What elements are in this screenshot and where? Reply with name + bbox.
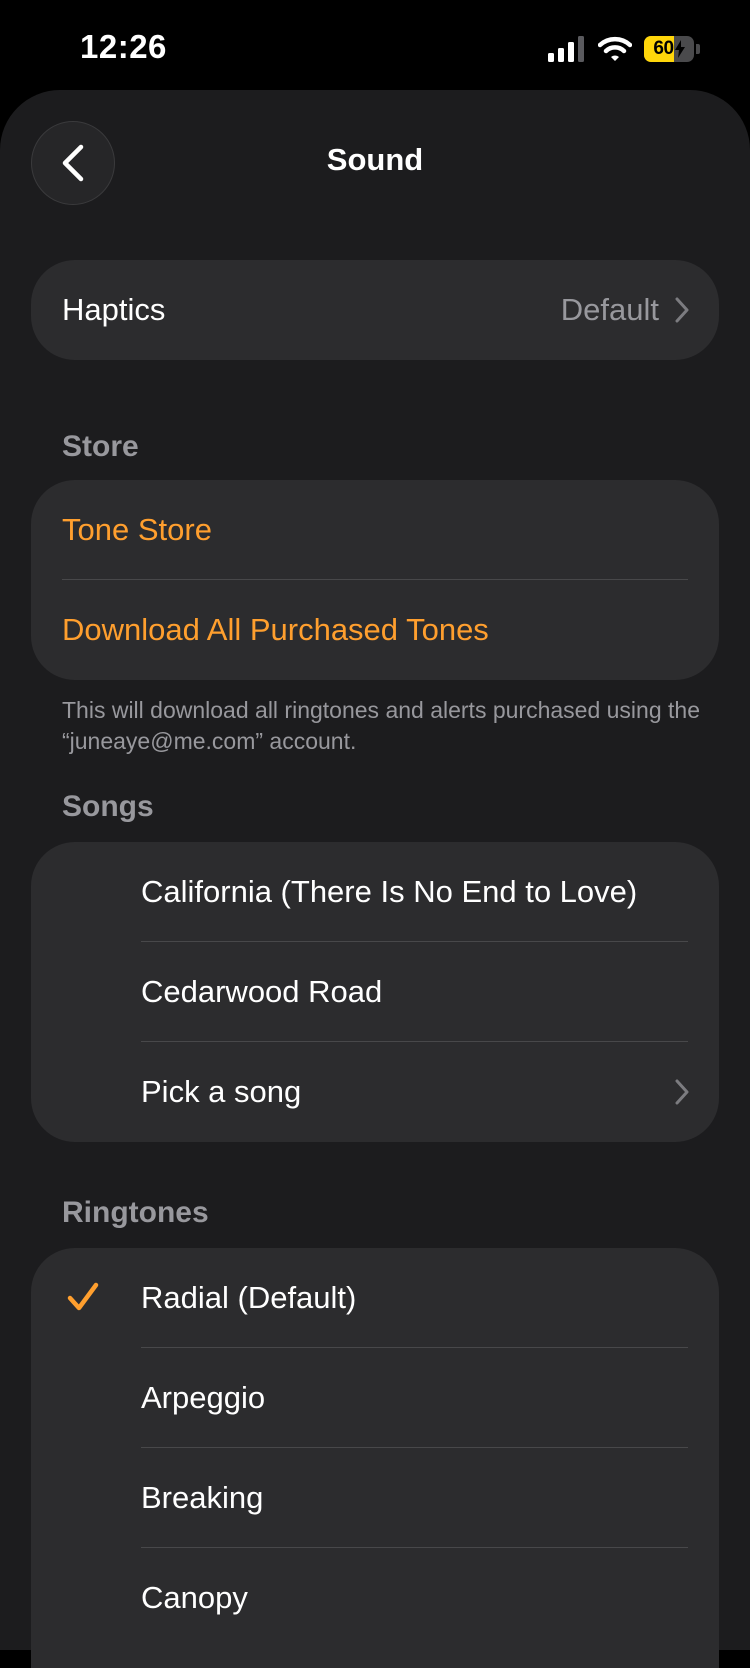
- song-label: California (There Is No End to Love): [141, 874, 638, 909]
- pick-a-song-row[interactable]: Pick a song: [31, 1042, 719, 1142]
- store-section-header: Store: [62, 430, 139, 463]
- song-row-california[interactable]: California (There Is No End to Love): [31, 842, 719, 942]
- song-label: Cedarwood Road: [141, 974, 383, 1009]
- status-time: 12:26: [80, 28, 167, 65]
- chevron-right-icon: [675, 1079, 689, 1105]
- haptics-row[interactable]: Haptics Default: [31, 260, 719, 360]
- ringtone-label: Radial (Default): [141, 1280, 357, 1315]
- status-icons: 60: [548, 34, 700, 64]
- chevron-right-icon: [675, 297, 689, 323]
- haptics-value: Default: [560, 292, 659, 327]
- store-footnote: This will download all ringtones and ale…: [62, 697, 700, 754]
- songs-group: California (There Is No End to Love) Ced…: [31, 842, 719, 1142]
- page-title: Sound: [326, 142, 424, 177]
- songs-section-header: Songs: [62, 790, 154, 823]
- store-group: Tone Store Download All Purchased Tones: [31, 480, 719, 680]
- ringtone-row-arpeggio[interactable]: Arpeggio: [31, 1348, 719, 1448]
- haptics-group: Haptics Default: [31, 260, 719, 360]
- ringtone-label: Canopy: [141, 1580, 248, 1615]
- wifi-icon: [598, 36, 632, 61]
- ringtone-row-breaking[interactable]: Breaking: [31, 1448, 719, 1548]
- ringtone-row-radial[interactable]: Radial (Default): [31, 1248, 719, 1348]
- sound-settings-sheet: Sound Haptics Default Store Tone Store D…: [0, 90, 750, 1668]
- battery-icon: 60: [644, 36, 700, 62]
- signal-icon: [548, 36, 584, 62]
- download-purchased-tones-label: Download All Purchased Tones: [62, 612, 489, 647]
- ringtones-group: Radial (Default) Arpeggio Breaking Canop…: [31, 1248, 719, 1668]
- ringtone-label: Breaking: [141, 1480, 264, 1515]
- tone-store-row[interactable]: Tone Store: [31, 480, 719, 580]
- ringtone-row-canopy[interactable]: Canopy: [31, 1548, 719, 1648]
- ringtone-label: Arpeggio: [141, 1380, 266, 1415]
- download-purchased-tones-row[interactable]: Download All Purchased Tones: [31, 580, 719, 680]
- tone-store-label: Tone Store: [62, 512, 212, 547]
- haptics-label: Haptics: [62, 292, 166, 327]
- song-row-cedarwood-road[interactable]: Cedarwood Road: [31, 942, 719, 1042]
- pick-a-song-label: Pick a song: [141, 1074, 302, 1109]
- charging-bolt-icon: [674, 40, 685, 58]
- ringtones-section-header: Ringtones: [62, 1196, 209, 1229]
- battery-percent: 60: [653, 38, 674, 59]
- status-bar: 12:26 60: [0, 0, 750, 92]
- checkmark-icon: [67, 1282, 99, 1311]
- haptics-value-container: Default: [561, 292, 689, 328]
